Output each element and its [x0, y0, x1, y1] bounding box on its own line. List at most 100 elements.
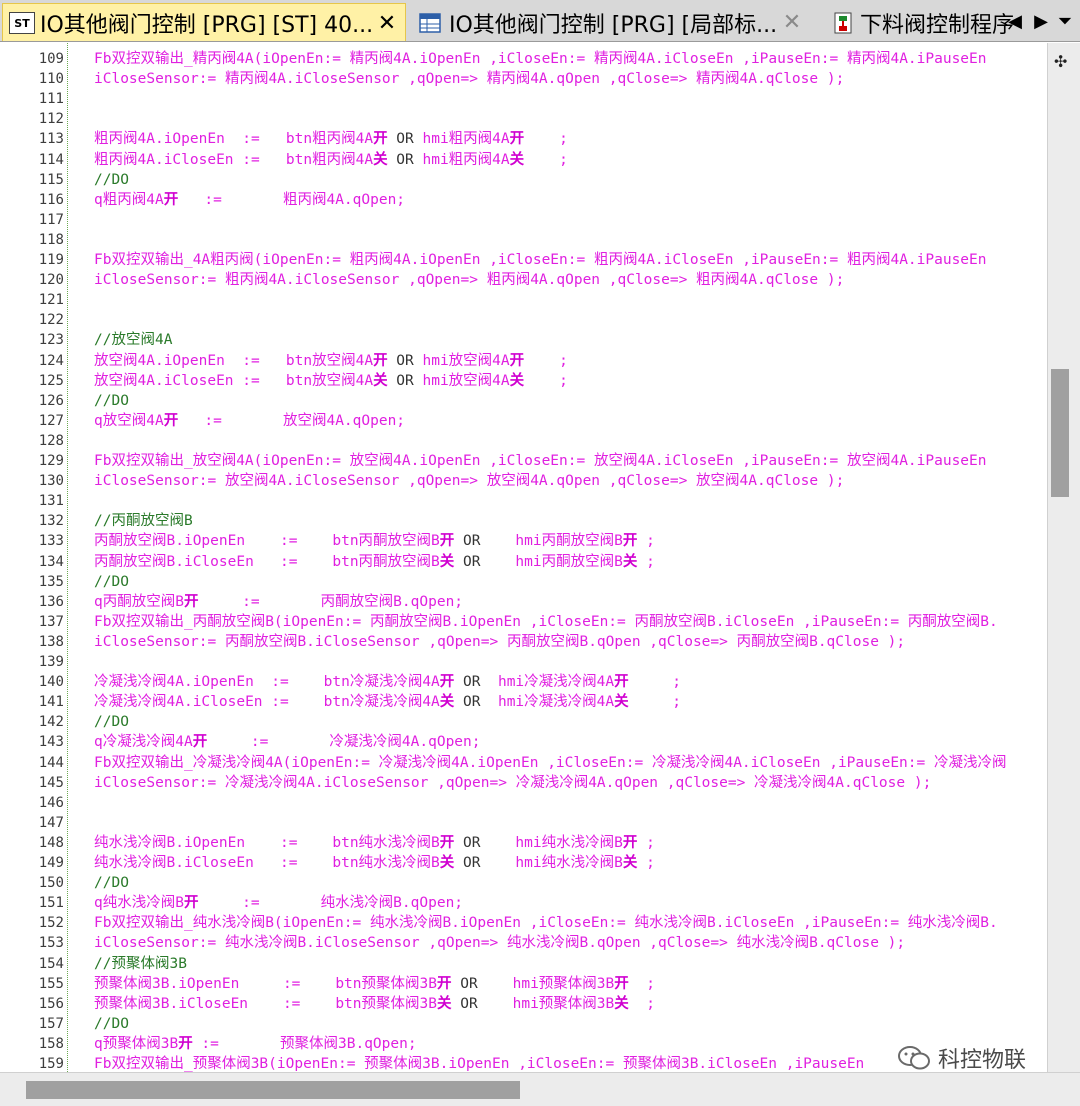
code-line[interactable]: 157 //DO: [0, 1014, 1047, 1034]
code-text[interactable]: iCloseSensor:= 放空阀4A.iCloseSensor ,qOpen…: [94, 471, 844, 491]
code-line[interactable]: 142 //DO: [0, 712, 1047, 732]
close-icon[interactable]: ✕: [780, 10, 804, 35]
code-text[interactable]: //DO: [94, 1014, 129, 1034]
code-text[interactable]: //DO: [94, 712, 129, 732]
code-text[interactable]: q粗丙阀4A开 := 粗丙阀4A.qOpen;: [94, 190, 405, 210]
code-text[interactable]: 丙酮放空阀B.iOpenEn := btn丙酮放空阀B开 OR hmi丙酮放空阀…: [94, 531, 655, 551]
code-line[interactable]: 125 放空阀4A.iCloseEn := btn放空阀4A关 OR hmi放空阀…: [0, 371, 1047, 391]
code-line[interactable]: 109 Fb双控双输出_精丙阀4A(iOpenEn:= 精丙阀4A.iOpenEn…: [0, 49, 1047, 69]
code-line[interactable]: 158 q预聚体阀3B开 := 预聚体阀3B.qOpen;: [0, 1034, 1047, 1054]
code-line[interactable]: 139: [0, 652, 1047, 672]
code-text[interactable]: Fb双控双输出_放空阀4A(iOpenEn:= 放空阀4A.iOpenEn ,i…: [94, 451, 987, 471]
code-text[interactable]: //放空阀4A: [94, 330, 172, 350]
code-text[interactable]: q放空阀4A开 := 放空阀4A.qOpen;: [94, 411, 405, 431]
code-line[interactable]: 126 //DO: [0, 391, 1047, 411]
code-line[interactable]: 118: [0, 230, 1047, 250]
code-line[interactable]: 137 Fb双控双输出_丙酮放空阀B(iOpenEn:= 丙酮放空阀B.iOpen…: [0, 612, 1047, 632]
code-line[interactable]: 141 冷凝浅冷阀4A.iCloseEn := btn冷凝浅冷阀4A关 OR hm…: [0, 692, 1047, 712]
code-line[interactable]: 116 q粗丙阀4A开 := 粗丙阀4A.qOpen;: [0, 190, 1047, 210]
code-text[interactable]: 放空阀4A.iCloseEn := btn放空阀4A关 OR hmi放空阀4A关…: [94, 371, 568, 391]
code-line[interactable]: 149 纯水浅冷阀B.iCloseEn := btn纯水浅冷阀B关 OR hmi纯…: [0, 853, 1047, 873]
code-line[interactable]: 147: [0, 813, 1047, 833]
code-line[interactable]: 113 粗丙阀4A.iOpenEn := btn粗丙阀4A开 OR hmi粗丙阀4…: [0, 129, 1047, 149]
code-line[interactable]: 128: [0, 431, 1047, 451]
code-text[interactable]: Fb双控双输出_冷凝浅冷阀4A(iOpenEn:= 冷凝浅冷阀4A.iOpenE…: [94, 753, 1006, 773]
code-line[interactable]: 112: [0, 109, 1047, 129]
code-line[interactable]: 152 Fb双控双输出_纯水浅冷阀B(iOpenEn:= 纯水浅冷阀B.iOpen…: [0, 913, 1047, 933]
code-line[interactable]: 144 Fb双控双输出_冷凝浅冷阀4A(iOpenEn:= 冷凝浅冷阀4A.iOp…: [0, 753, 1047, 773]
code-text[interactable]: 冷凝浅冷阀4A.iCloseEn := btn冷凝浅冷阀4A关 OR hmi冷凝…: [94, 692, 681, 712]
code-text[interactable]: //预聚体阀3B: [94, 954, 187, 974]
code-line[interactable]: 145 iCloseSensor:= 冷凝浅冷阀4A.iCloseSensor ,…: [0, 773, 1047, 793]
code-line[interactable]: 111: [0, 89, 1047, 109]
code-line[interactable]: 153 iCloseSensor:= 纯水浅冷阀B.iCloseSensor ,q…: [0, 933, 1047, 953]
code-text[interactable]: 纯水浅冷阀B.iOpenEn := btn纯水浅冷阀B开 OR hmi纯水浅冷阀…: [94, 833, 655, 853]
code-text[interactable]: 粗丙阀4A.iOpenEn := btn粗丙阀4A开 OR hmi粗丙阀4A开 …: [94, 129, 568, 149]
code-text[interactable]: iCloseSensor:= 粗丙阀4A.iCloseSensor ,qOpen…: [94, 270, 844, 290]
code-text[interactable]: 丙酮放空阀B.iCloseEn := btn丙酮放空阀B关 OR hmi丙酮放空…: [94, 552, 655, 572]
code-text[interactable]: q冷凝浅冷阀4A开 := 冷凝浅冷阀4A.qOpen;: [94, 732, 481, 752]
code-text[interactable]: q纯水浅冷阀B开 := 纯水浅冷阀B.qOpen;: [94, 893, 463, 913]
st-code-editor[interactable]: 109 Fb双控双输出_精丙阀4A(iOpenEn:= 精丙阀4A.iOpenEn…: [0, 43, 1047, 1072]
chevron-right-icon[interactable]: ▶: [1030, 9, 1052, 33]
code-line[interactable]: 151 q纯水浅冷阀B开 := 纯水浅冷阀B.qOpen;: [0, 893, 1047, 913]
code-text[interactable]: Fb双控双输出_纯水浅冷阀B(iOpenEn:= 纯水浅冷阀B.iOpenEn …: [94, 913, 998, 933]
code-line[interactable]: 148 纯水浅冷阀B.iOpenEn := btn纯水浅冷阀B开 OR hmi纯水…: [0, 833, 1047, 853]
code-text[interactable]: 冷凝浅冷阀4A.iOpenEn := btn冷凝浅冷阀4A开 OR hmi冷凝浅…: [94, 672, 681, 692]
code-text[interactable]: q丙酮放空阀B开 := 丙酮放空阀B.qOpen;: [94, 592, 463, 612]
code-text[interactable]: q预聚体阀3B开 := 预聚体阀3B.qOpen;: [94, 1034, 417, 1054]
horizontal-scrollbar[interactable]: [0, 1072, 1080, 1106]
code-text[interactable]: //丙酮放空阀B: [94, 511, 193, 531]
code-text[interactable]: Fb双控双输出_预聚体阀3B(iOpenEn:= 预聚体阀3B.iOpenEn …: [94, 1054, 864, 1072]
code-line[interactable]: 154 //预聚体阀3B: [0, 954, 1047, 974]
code-text[interactable]: 放空阀4A.iOpenEn := btn放空阀4A开 OR hmi放空阀4A开 …: [94, 351, 568, 371]
code-text[interactable]: iCloseSensor:= 精丙阀4A.iCloseSensor ,qOpen…: [94, 69, 844, 89]
vertical-scrollbar[interactable]: ✣: [1047, 43, 1080, 1072]
tab-discharge-valve-control[interactable]: 下料阀控制程序: [826, 3, 1024, 41]
code-line[interactable]: 119 Fb双控双输出_4A粗丙阀(iOpenEn:= 粗丙阀4A.iOpenEn…: [0, 250, 1047, 270]
code-line[interactable]: 124 放空阀4A.iOpenEn := btn放空阀4A开 OR hmi放空阀4…: [0, 351, 1047, 371]
tab-io-other-valve-locals[interactable]: IO其他阀门控制 [PRG] [局部标... ✕: [412, 3, 810, 41]
tab-io-other-valve-st[interactable]: ST IO其他阀门控制 [PRG] [ST] 40... ✕: [2, 3, 406, 41]
code-line[interactable]: 122: [0, 310, 1047, 330]
code-text[interactable]: iCloseSensor:= 丙酮放空阀B.iCloseSensor ,qOpe…: [94, 632, 905, 652]
code-text[interactable]: //DO: [94, 170, 129, 190]
code-text[interactable]: Fb双控双输出_精丙阀4A(iOpenEn:= 精丙阀4A.iOpenEn ,i…: [94, 49, 987, 69]
code-text[interactable]: //DO: [94, 873, 129, 893]
code-line[interactable]: 123 //放空阀4A: [0, 330, 1047, 350]
code-line[interactable]: 138 iCloseSensor:= 丙酮放空阀B.iCloseSensor ,q…: [0, 632, 1047, 652]
code-line[interactable]: 159 Fb双控双输出_预聚体阀3B(iOpenEn:= 预聚体阀3B.iOpen…: [0, 1054, 1047, 1072]
code-line[interactable]: 129 Fb双控双输出_放空阀4A(iOpenEn:= 放空阀4A.iOpenEn…: [0, 451, 1047, 471]
code-line[interactable]: 110 iCloseSensor:= 精丙阀4A.iCloseSensor ,qO…: [0, 69, 1047, 89]
code-line[interactable]: 156 预聚体阀3B.iCloseEn := btn预聚体阀3B关 OR hmi预…: [0, 994, 1047, 1014]
code-line[interactable]: 121: [0, 290, 1047, 310]
code-line[interactable]: 114 粗丙阀4A.iCloseEn := btn粗丙阀4A关 OR hmi粗丙阀…: [0, 150, 1047, 170]
code-line[interactable]: 133 丙酮放空阀B.iOpenEn := btn丙酮放空阀B开 OR hmi丙酮…: [0, 531, 1047, 551]
chevron-down-icon[interactable]: ⏷: [1054, 9, 1076, 33]
code-line[interactable]: 150 //DO: [0, 873, 1047, 893]
code-line[interactable]: 131: [0, 491, 1047, 511]
code-text[interactable]: //DO: [94, 391, 129, 411]
code-line[interactable]: 117: [0, 210, 1047, 230]
code-line[interactable]: 132 //丙酮放空阀B: [0, 511, 1047, 531]
code-text[interactable]: 预聚体阀3B.iOpenEn := btn预聚体阀3B开 OR hmi预聚体阀3…: [94, 974, 655, 994]
code-line[interactable]: 146: [0, 793, 1047, 813]
code-text[interactable]: iCloseSensor:= 纯水浅冷阀B.iCloseSensor ,qOpe…: [94, 933, 905, 953]
code-line[interactable]: 127 q放空阀4A开 := 放空阀4A.qOpen;: [0, 411, 1047, 431]
code-line[interactable]: 155 预聚体阀3B.iOpenEn := btn预聚体阀3B开 OR hmi预聚…: [0, 974, 1047, 994]
code-line[interactable]: 120 iCloseSensor:= 粗丙阀4A.iCloseSensor ,qO…: [0, 270, 1047, 290]
vertical-scroll-thumb[interactable]: [1051, 369, 1069, 497]
code-text[interactable]: iCloseSensor:= 冷凝浅冷阀4A.iCloseSensor ,qOp…: [94, 773, 931, 793]
code-text[interactable]: 粗丙阀4A.iCloseEn := btn粗丙阀4A关 OR hmi粗丙阀4A关…: [94, 150, 568, 170]
code-text[interactable]: 预聚体阀3B.iCloseEn := btn预聚体阀3B关 OR hmi预聚体阀…: [94, 994, 655, 1014]
code-text[interactable]: Fb双控双输出_4A粗丙阀(iOpenEn:= 粗丙阀4A.iOpenEn ,i…: [94, 250, 987, 270]
code-text[interactable]: 纯水浅冷阀B.iCloseEn := btn纯水浅冷阀B关 OR hmi纯水浅冷…: [94, 853, 655, 873]
code-line[interactable]: 143 q冷凝浅冷阀4A开 := 冷凝浅冷阀4A.qOpen;: [0, 732, 1047, 752]
code-line[interactable]: 115 //DO: [0, 170, 1047, 190]
code-line[interactable]: 130 iCloseSensor:= 放空阀4A.iCloseSensor ,qO…: [0, 471, 1047, 491]
code-line[interactable]: 134 丙酮放空阀B.iCloseEn := btn丙酮放空阀B关 OR hmi丙…: [0, 552, 1047, 572]
code-line[interactable]: 135 //DO: [0, 572, 1047, 592]
code-text[interactable]: //DO: [94, 572, 129, 592]
code-text[interactable]: Fb双控双输出_丙酮放空阀B(iOpenEn:= 丙酮放空阀B.iOpenEn …: [94, 612, 998, 632]
plus-icon[interactable]: ✣: [1054, 52, 1067, 71]
